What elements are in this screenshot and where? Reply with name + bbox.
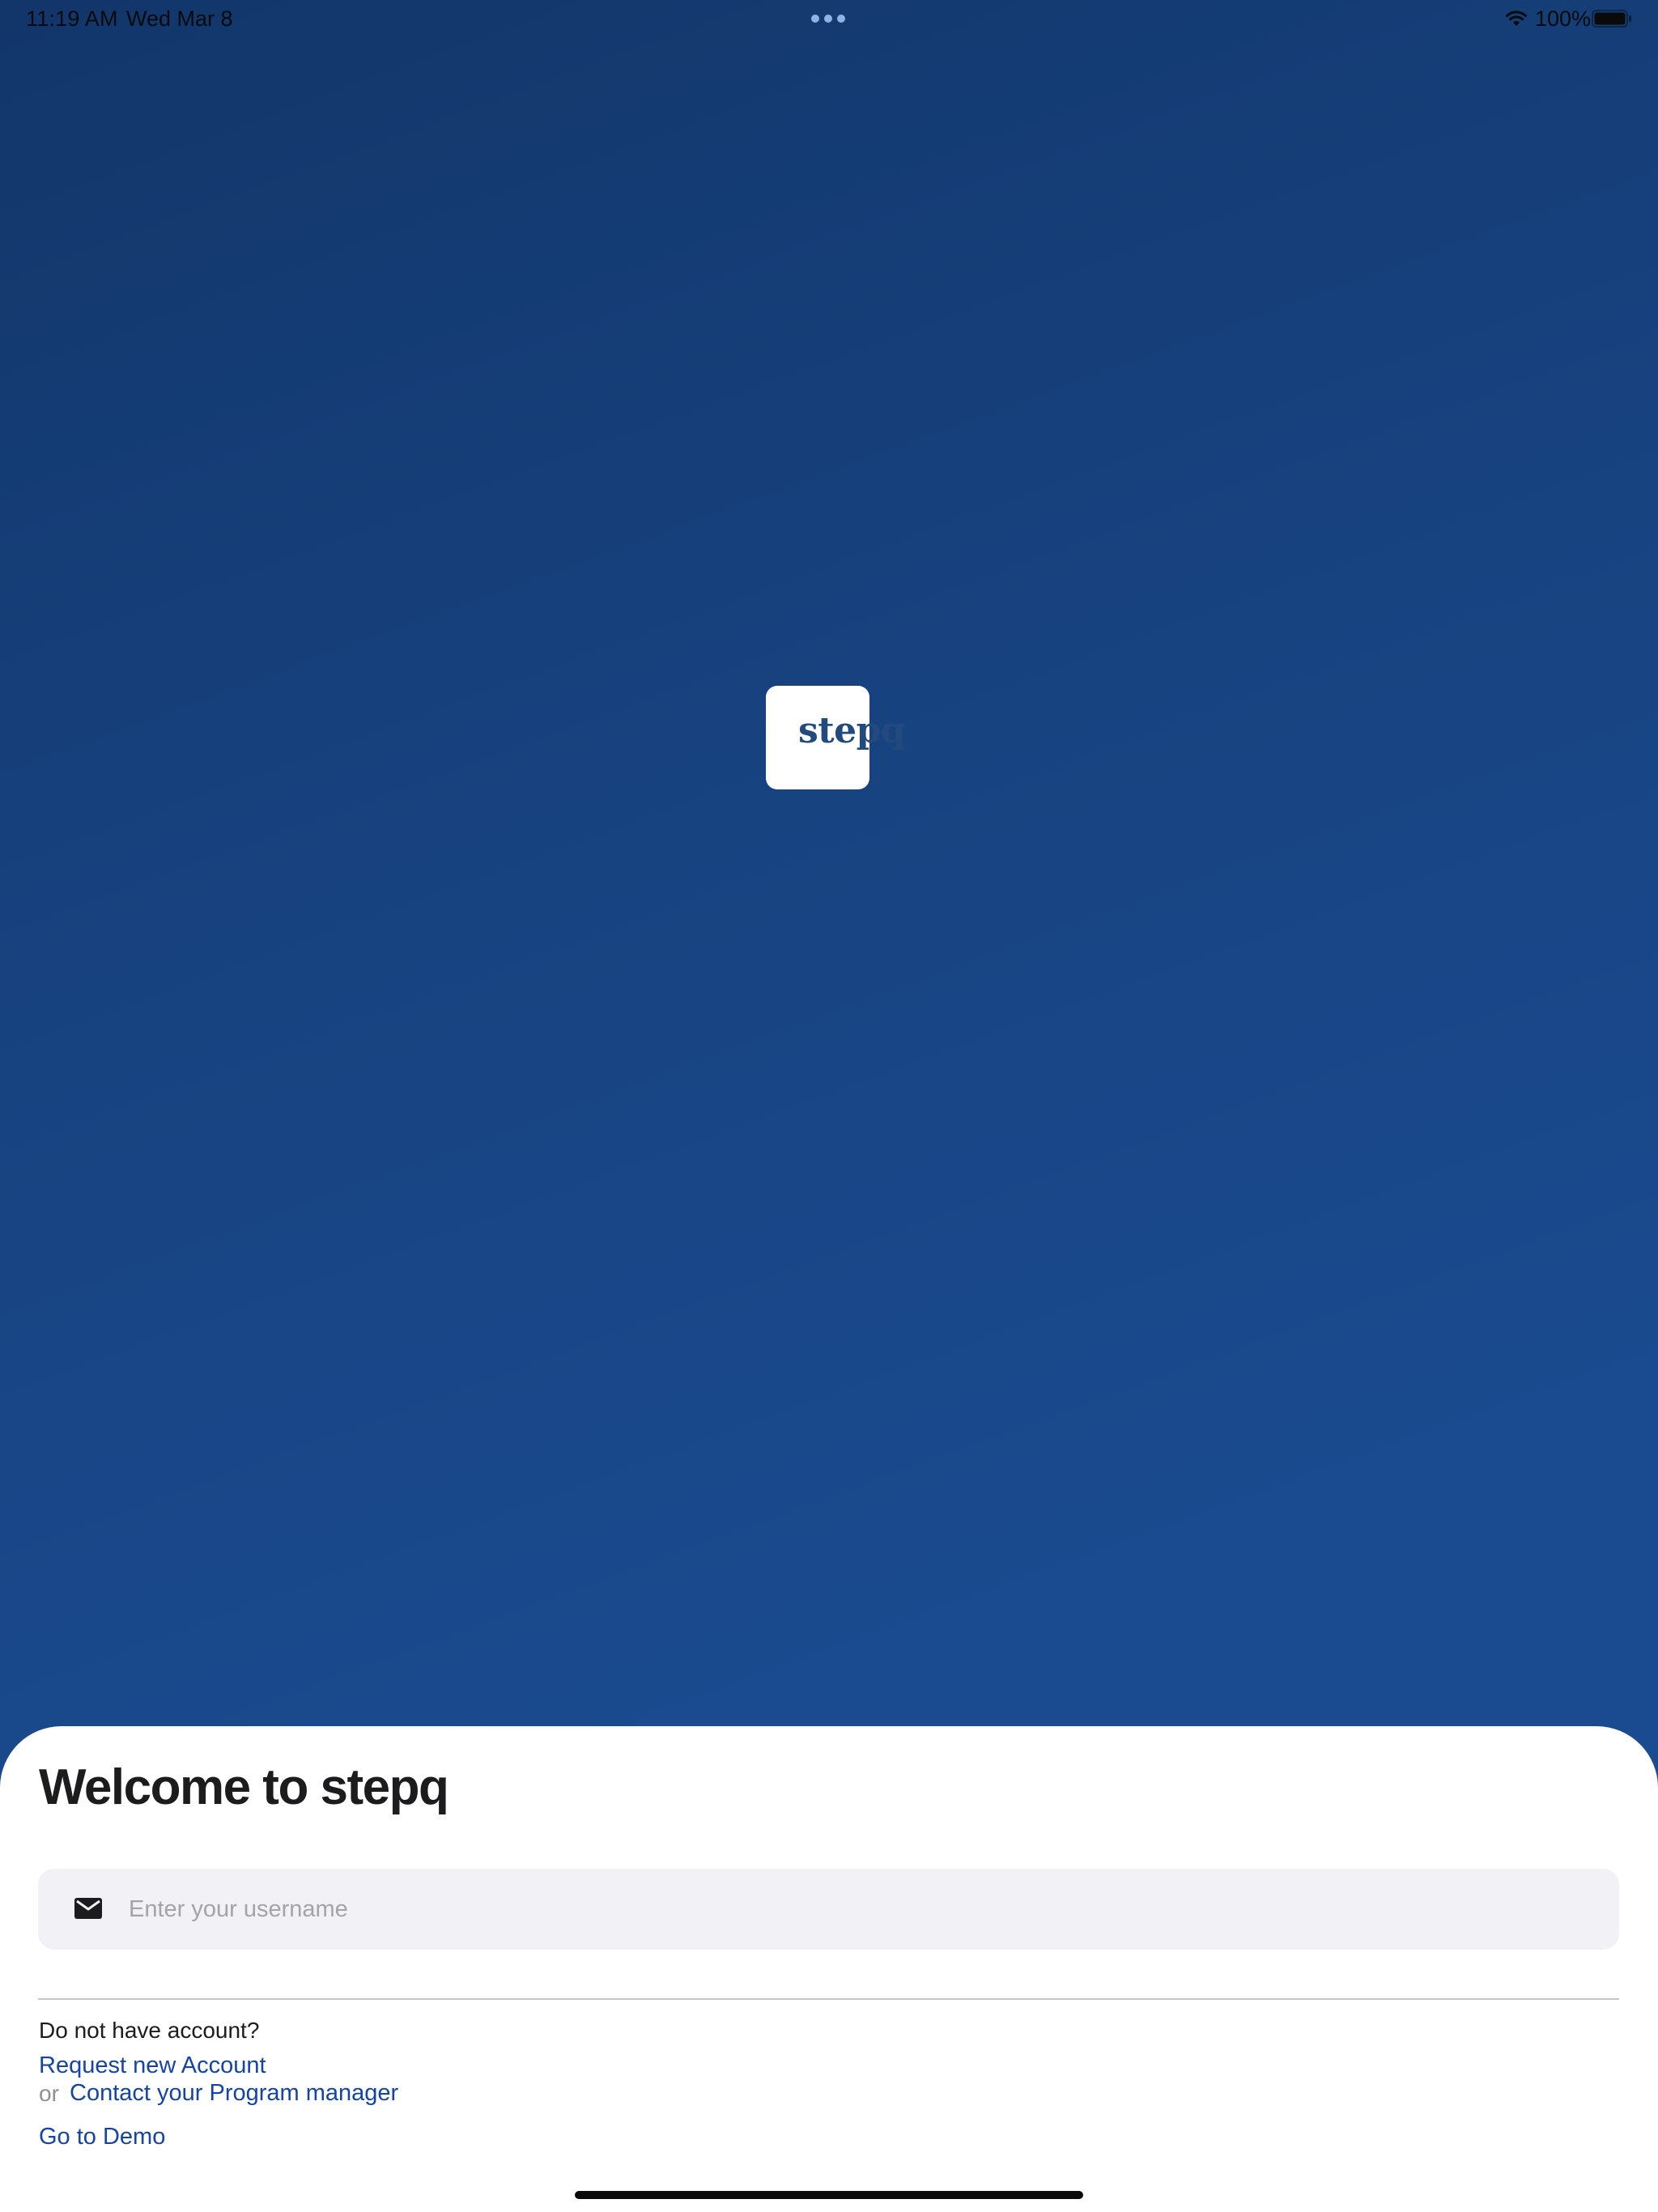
battery-percentage: 100% — [1535, 6, 1592, 31]
username-field[interactable] — [38, 1869, 1619, 1950]
or-text: or — [39, 2081, 59, 2106]
app-logo: stepq — [766, 686, 906, 789]
contact-program-manager-link[interactable]: Contact your Program manager — [70, 2080, 398, 2107]
welcome-title: Welcome to stepq — [39, 1759, 449, 1815]
mail-icon — [74, 1898, 102, 1919]
no-account-text: Do not have account? — [39, 2018, 260, 2043]
wifi-icon — [1506, 11, 1527, 26]
multitasking-menu-dots[interactable] — [811, 15, 845, 23]
go-to-demo-link[interactable]: Go to Demo — [39, 2124, 165, 2150]
dot-icon — [824, 15, 832, 23]
login-sheet: Welcome to stepq Do not have account? Re… — [0, 1726, 1658, 2212]
battery-icon — [1592, 10, 1631, 28]
username-input[interactable] — [129, 1869, 1586, 1950]
status-time: 11:19 AM — [26, 6, 118, 31]
dot-icon — [811, 15, 819, 23]
status-bar: 11:19 AM Wed Mar 8 100% — [0, 0, 1658, 39]
home-indicator[interactable] — [575, 2191, 1083, 2199]
divider — [38, 1998, 1619, 2000]
status-date: Wed Mar 8 — [126, 6, 233, 31]
logo-text: stepq — [798, 710, 906, 751]
request-account-link[interactable]: Request new Account — [39, 2052, 266, 2079]
dot-icon — [837, 15, 845, 23]
